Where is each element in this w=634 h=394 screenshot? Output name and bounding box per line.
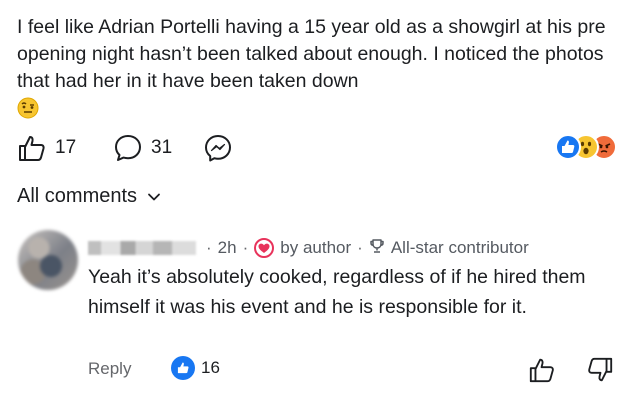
thumb-down-icon[interactable] bbox=[586, 356, 614, 389]
like-count: 17 bbox=[55, 137, 77, 158]
share-button[interactable] bbox=[203, 131, 233, 165]
reaction-summary[interactable] bbox=[555, 134, 617, 164]
speech-bubble-icon bbox=[113, 133, 143, 163]
comment-meta: · 2h · by author · All-star contributor bbox=[88, 236, 529, 260]
comment-button[interactable]: 31 bbox=[113, 131, 172, 165]
post-body: I feel like Adrian Portelli having a 15 … bbox=[17, 14, 622, 127]
raised-eyebrow-emoji-icon bbox=[17, 97, 39, 127]
comment-text: Yeah it’s absolutely cooked, regardless … bbox=[88, 266, 586, 318]
blurred-author-name[interactable] bbox=[88, 241, 196, 255]
like-icon bbox=[171, 356, 195, 380]
like-icon bbox=[555, 134, 581, 160]
by-author-label: by author bbox=[280, 238, 352, 257]
chevron-down-icon bbox=[147, 185, 161, 208]
post-text: I feel like Adrian Portelli having a 15 … bbox=[17, 16, 606, 92]
avatar[interactable] bbox=[18, 230, 78, 290]
reply-button[interactable]: Reply bbox=[88, 359, 131, 379]
comment-time: 2h bbox=[217, 238, 237, 257]
comment-actions: Reply 16 bbox=[88, 356, 618, 384]
comment-like-summary[interactable]: 16 bbox=[171, 356, 220, 380]
messenger-icon bbox=[203, 133, 233, 163]
heart-icon bbox=[254, 238, 275, 258]
thumb-up-icon[interactable] bbox=[528, 356, 556, 389]
like-button[interactable]: 17 bbox=[17, 131, 76, 165]
all-comments-label: All comments bbox=[17, 185, 138, 207]
post-actions: 17 31 bbox=[17, 131, 617, 165]
thumb-up-outline-icon bbox=[17, 133, 47, 163]
all-comments-filter[interactable]: All comments bbox=[17, 185, 161, 208]
comment-count: 31 bbox=[151, 137, 173, 158]
contributor-badge: All-star contributor bbox=[390, 238, 529, 257]
comment-like-count: 16 bbox=[201, 358, 220, 377]
trophy-icon bbox=[369, 238, 385, 259]
